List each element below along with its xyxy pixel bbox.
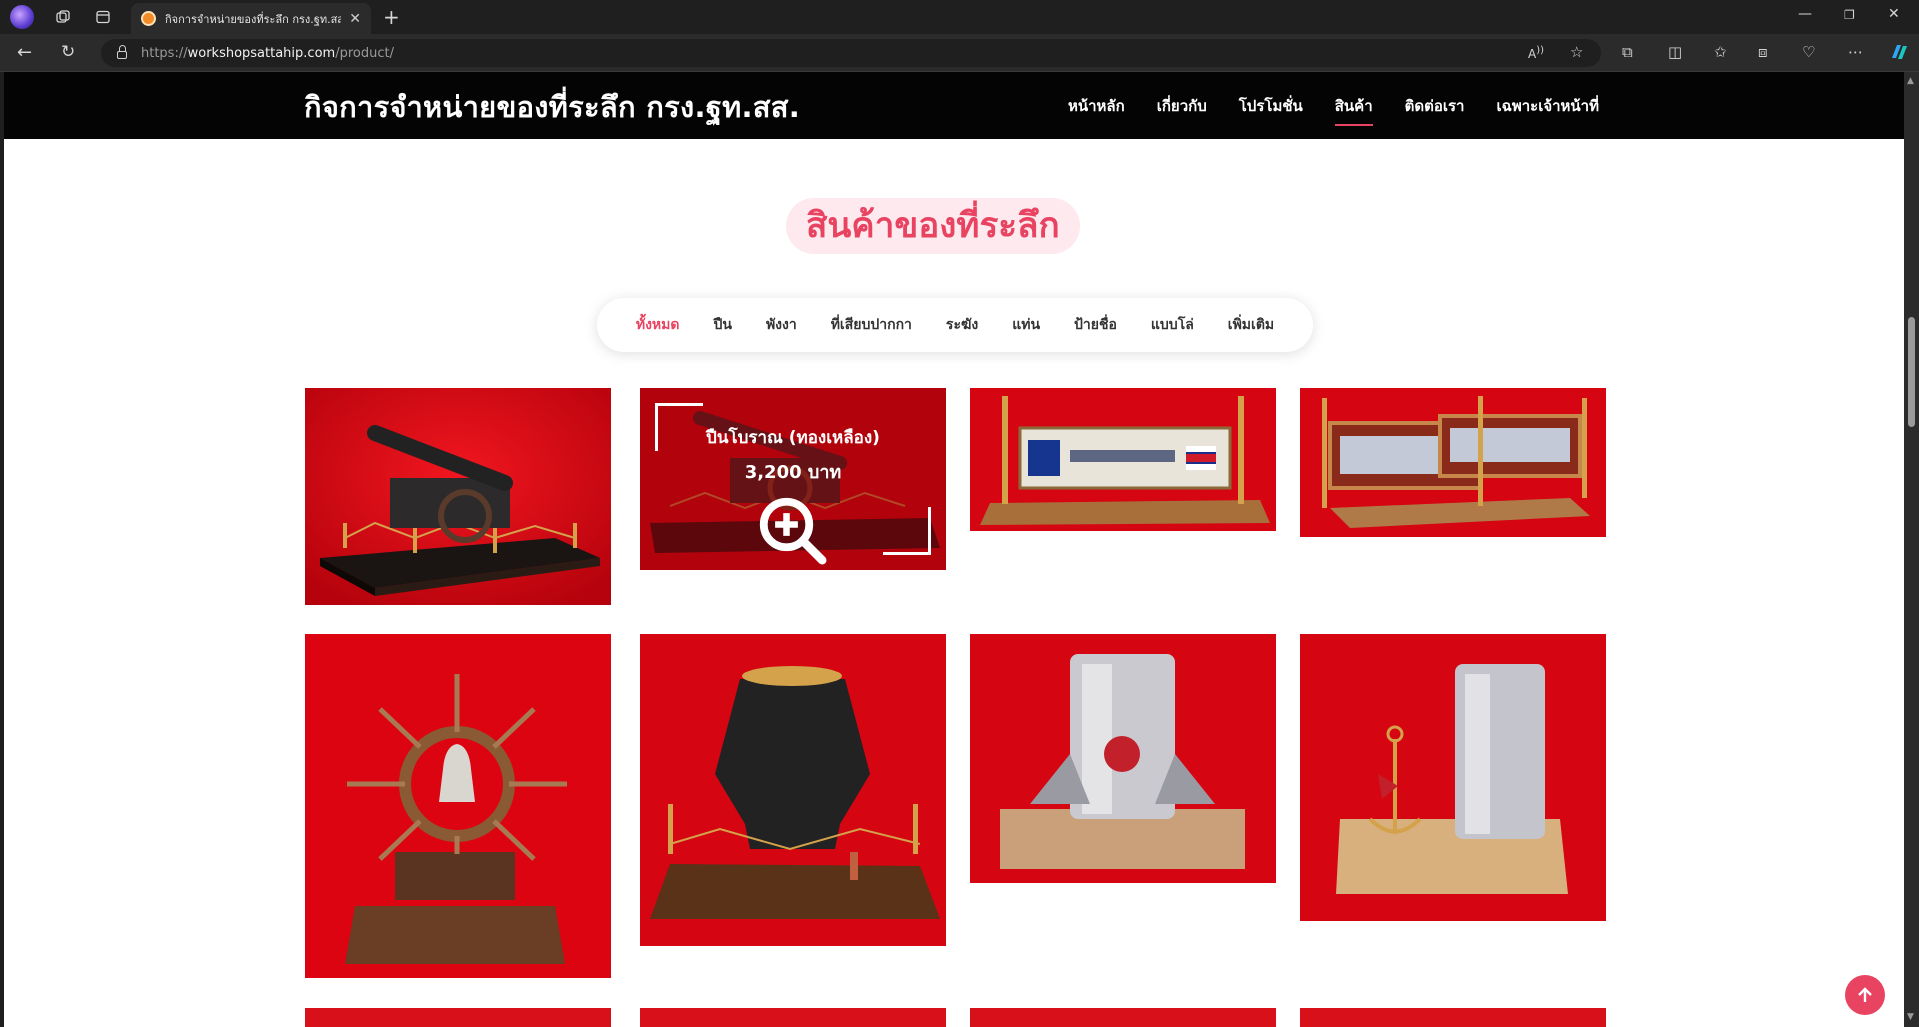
favorites-icon[interactable]: ✩ [1714,43,1727,61]
product-image [970,634,1276,883]
frame-corner-top-left [655,403,703,451]
filter-phangnga[interactable]: พังงา [749,314,814,336]
product-card-row3-3[interactable] [970,1008,1276,1027]
site-header: กิจการจำหน่ายของที่ระลึก กรง.ฐท.สส. หน้า… [4,72,1904,139]
profile-avatar[interactable] [10,5,34,29]
window-close-icon[interactable]: ✕ [1888,6,1900,22]
nav-home[interactable]: หน้าหลัก [1068,94,1125,126]
product-hover-overlay: ปืนโบราณ (ทองเหลือง) 3,200 บาท [640,388,946,570]
page-scrollbar[interactable]: ▲ ▼ [1904,72,1919,1027]
nav-staff-only[interactable]: เฉพาะเจ้าหน้าที่ [1496,94,1599,126]
more-options-icon[interactable]: ⋯ [1848,43,1863,61]
product-name: ปืนโบราณ (ทองเหลือง) [706,428,880,448]
product-card-name-plate-stand[interactable] [970,388,1276,531]
filter-gun[interactable]: ปืน [696,314,748,336]
product-card-ship-wheel-bell[interactable] [305,634,611,978]
restore-icon[interactable]: ❐ [1844,8,1855,22]
arrow-up-icon [1858,987,1872,1002]
copilot-icon[interactable] [1888,41,1910,67]
nav-products[interactable]: สินค้า [1334,94,1373,126]
product-image [305,634,611,978]
scroll-up-arrow-icon[interactable]: ▲ [1907,76,1914,86]
product-card-black-pot[interactable] [640,634,946,946]
product-card-steel-cup-anchor[interactable] [1300,634,1606,921]
filter-stand[interactable]: แท่น [995,314,1057,336]
back-icon[interactable]: ← [17,42,32,63]
product-card-row3-4[interactable] [1300,1008,1606,1027]
favorite-star-icon[interactable]: ☆ [1570,43,1583,61]
product-image [970,388,1276,531]
product-card-cannon-black[interactable] [305,388,611,605]
refresh-icon[interactable]: ↻ [61,42,75,62]
close-tab-icon[interactable]: ✕ [349,11,361,27]
page-viewport: กิจการจำหน่ายของที่ระลึก กรง.ฐท.สส. หน้า… [0,72,1904,1027]
minimize-icon[interactable]: — [1798,6,1812,22]
browser-tab-active[interactable]: กิจการจำหน่ายของที่ระลึก กรง.ฐท.สส. ✕ [131,3,371,34]
read-aloud-icon[interactable]: A)) [1528,45,1544,61]
nav-contact[interactable]: ติดต่อเรา [1405,94,1465,126]
nav-about[interactable]: เกี่ยวกับ [1157,94,1207,126]
nav-promotion[interactable]: โปรโมชั่น [1239,94,1303,126]
url-host: workshopsattahip.com [187,45,336,61]
product-image [640,634,946,946]
filter-pen-holder[interactable]: ที่เสียบปากกา [814,314,929,336]
product-image [1300,388,1606,537]
frame-corner-bottom-right [883,507,931,555]
extensions-icon[interactable]: ⧉ [1622,43,1633,61]
scroll-down-arrow-icon[interactable]: ▼ [1907,1012,1914,1022]
split-screen-icon[interactable]: ◫ [1668,43,1682,61]
browser-essentials-icon[interactable]: ♡ [1802,43,1815,61]
filter-shield[interactable]: แบบโล่ [1134,314,1211,336]
filter-name-plate[interactable]: ป้ายชื่อ [1057,314,1134,336]
tab-title: กิจการจำหน่ายของที่ระลึก กรง.ฐท.สส. [165,12,342,26]
main-nav: หน้าหลัก เกี่ยวกับ โปรโมชั่น สินค้า ติดต… [1068,94,1599,126]
browser-address-bar: ← ↻ https://workshopsattahip.com/product… [0,34,1919,72]
url-scheme: https:// [141,45,188,61]
workspaces-icon[interactable] [52,6,74,28]
new-tab-icon[interactable]: + [383,5,400,29]
filter-more[interactable]: เพิ่มเติม [1211,314,1291,336]
product-image [1300,634,1606,921]
vertical-tabs-icon[interactable] [92,6,114,28]
lock-icon [117,45,127,59]
product-card-row3-2[interactable] [640,1008,946,1027]
scrollbar-thumb[interactable] [1908,317,1915,427]
url-field[interactable]: https://workshopsattahip.com/product/ [101,39,1601,67]
filter-all[interactable]: ทั้งหมด [619,314,697,336]
product-card-steel-cup-emblem[interactable] [970,634,1276,883]
product-card-row3-1[interactable] [305,1008,611,1027]
url-path: /product/ [335,45,394,61]
product-card-double-name-plate[interactable] [1300,388,1606,537]
filter-bell[interactable]: ระฆัง [929,314,995,336]
product-card-antique-cannon[interactable]: ปืนโบราณ (ทองเหลือง) 3,200 บาท [640,388,946,570]
collections-icon[interactable]: ⧈ [1758,43,1768,61]
product-price: 3,200 บาท [744,462,842,483]
site-favicon-icon [141,11,156,26]
product-image [305,388,611,605]
scroll-to-top-button[interactable] [1845,975,1885,1015]
section-title: สินค้าของที่ระลึก [786,198,1080,254]
category-filter-bar: ทั้งหมด ปืน พังงา ที่เสียบปากกา ระฆัง แท… [597,298,1313,352]
browser-tab-bar: กิจการจำหน่ายของที่ระลึก กรง.ฐท.สส. ✕ + … [0,0,1919,34]
site-logo[interactable]: กิจการจำหน่ายของที่ระลึก กรง.ฐท.สส. [304,84,800,130]
